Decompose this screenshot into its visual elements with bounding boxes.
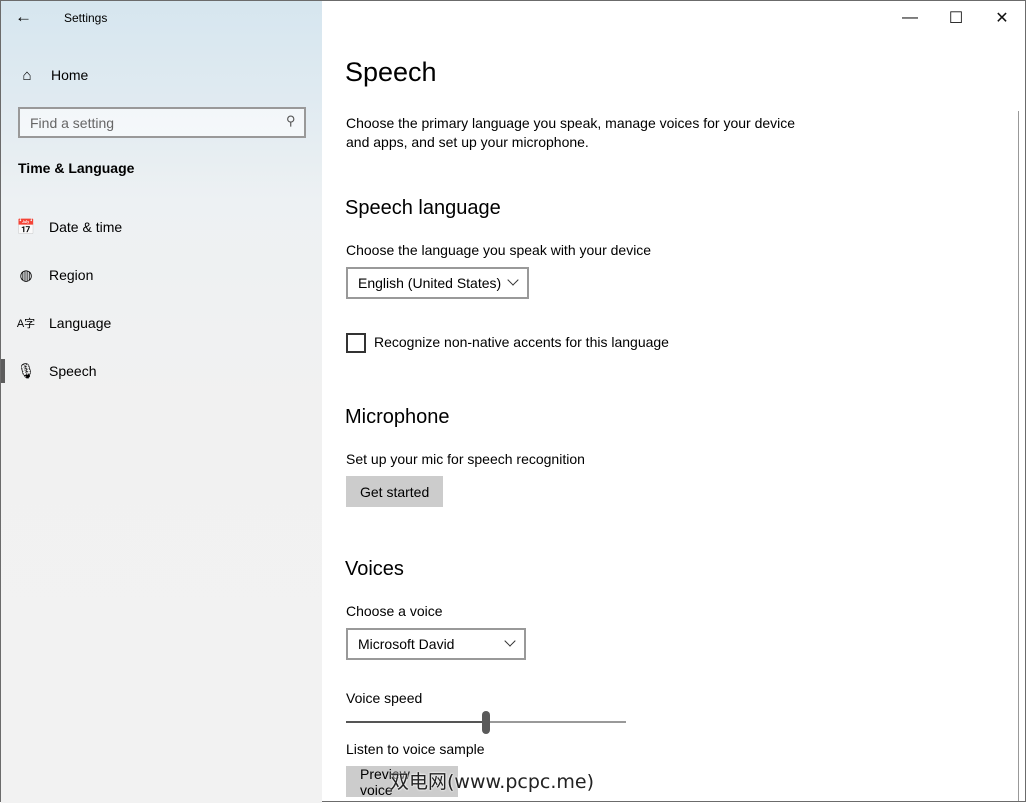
sidebar-item-home[interactable]: ⌂ Home bbox=[1, 55, 322, 95]
page-title: Speech bbox=[345, 57, 437, 87]
sidebar-item-date-time[interactable]: 📅 Date & time bbox=[1, 207, 322, 247]
section-title: Time & Language bbox=[18, 160, 135, 176]
voices-heading: Voices bbox=[345, 558, 404, 580]
accent-checkbox-label[interactable]: Recognize non-native accents for this la… bbox=[374, 333, 669, 352]
speech-language-label: Choose the language you speak with your … bbox=[346, 242, 652, 258]
voice-dropdown[interactable]: Microsoft David bbox=[346, 628, 526, 660]
voice-sample-label: Listen to voice sample bbox=[346, 741, 485, 757]
home-icon: ⌂ bbox=[22, 66, 32, 84]
scrollbar[interactable] bbox=[1018, 111, 1019, 801]
dropdown-value: Microsoft David bbox=[358, 636, 455, 652]
window-title: Settings bbox=[64, 11, 108, 25]
page-intro: Choose the primary language you speak, m… bbox=[346, 115, 796, 150]
voice-label: Choose a voice bbox=[346, 603, 443, 619]
speech-language-heading: Speech language bbox=[345, 197, 501, 219]
sidebar-item-region[interactable]: ◍ Region bbox=[1, 255, 322, 295]
calendar-clock-icon: 📅 bbox=[16, 219, 36, 236]
nav-label: Region bbox=[49, 267, 94, 283]
voice-speed-label: Voice speed bbox=[346, 690, 423, 706]
nav-label: Date & time bbox=[49, 219, 123, 235]
dropdown-value: English (United States) bbox=[358, 275, 502, 291]
nav-label: Speech bbox=[49, 363, 97, 379]
globe-icon: ◍ bbox=[19, 267, 33, 284]
search-input[interactable]: Find a setting ⚲ bbox=[18, 107, 306, 138]
speech-language-dropdown[interactable]: English (United States) bbox=[346, 267, 529, 299]
microphone-heading: Microphone bbox=[345, 406, 450, 428]
accent-checkbox[interactable] bbox=[346, 333, 366, 353]
language-icon: A字 bbox=[16, 318, 36, 330]
minimize-button[interactable]: — bbox=[887, 1, 933, 35]
search-placeholder: Find a setting bbox=[30, 114, 115, 131]
get-started-button[interactable]: Get started bbox=[346, 476, 444, 507]
chevron-down-icon bbox=[504, 635, 516, 647]
home-label: Home bbox=[51, 67, 89, 83]
maximize-button[interactable]: ☐ bbox=[933, 1, 979, 35]
sidebar-item-language[interactable]: A字 Language bbox=[1, 303, 322, 343]
close-button[interactable]: ✕ bbox=[979, 1, 1025, 35]
voice-speed-slider[interactable] bbox=[346, 711, 626, 735]
sidebar: ← Settings ⌂ Home Find a setting ⚲ Time … bbox=[1, 1, 322, 803]
content-pane: — ☐ ✕ Speech Choose the primary language… bbox=[322, 1, 1025, 801]
search-icon: ⚲ bbox=[286, 113, 296, 128]
back-button[interactable]: ← bbox=[15, 7, 39, 29]
microphone-icon: 🎙 bbox=[16, 363, 36, 380]
watermark: 双电网(www.pcpc.me) bbox=[390, 771, 594, 793]
chevron-down-icon bbox=[507, 274, 519, 286]
nav-label: Language bbox=[49, 315, 112, 331]
microphone-label: Set up your mic for speech recognition bbox=[346, 451, 585, 467]
sidebar-item-speech[interactable]: 🎙 Speech bbox=[1, 351, 322, 391]
slider-thumb[interactable] bbox=[482, 711, 490, 734]
slider-fill bbox=[346, 721, 486, 723]
